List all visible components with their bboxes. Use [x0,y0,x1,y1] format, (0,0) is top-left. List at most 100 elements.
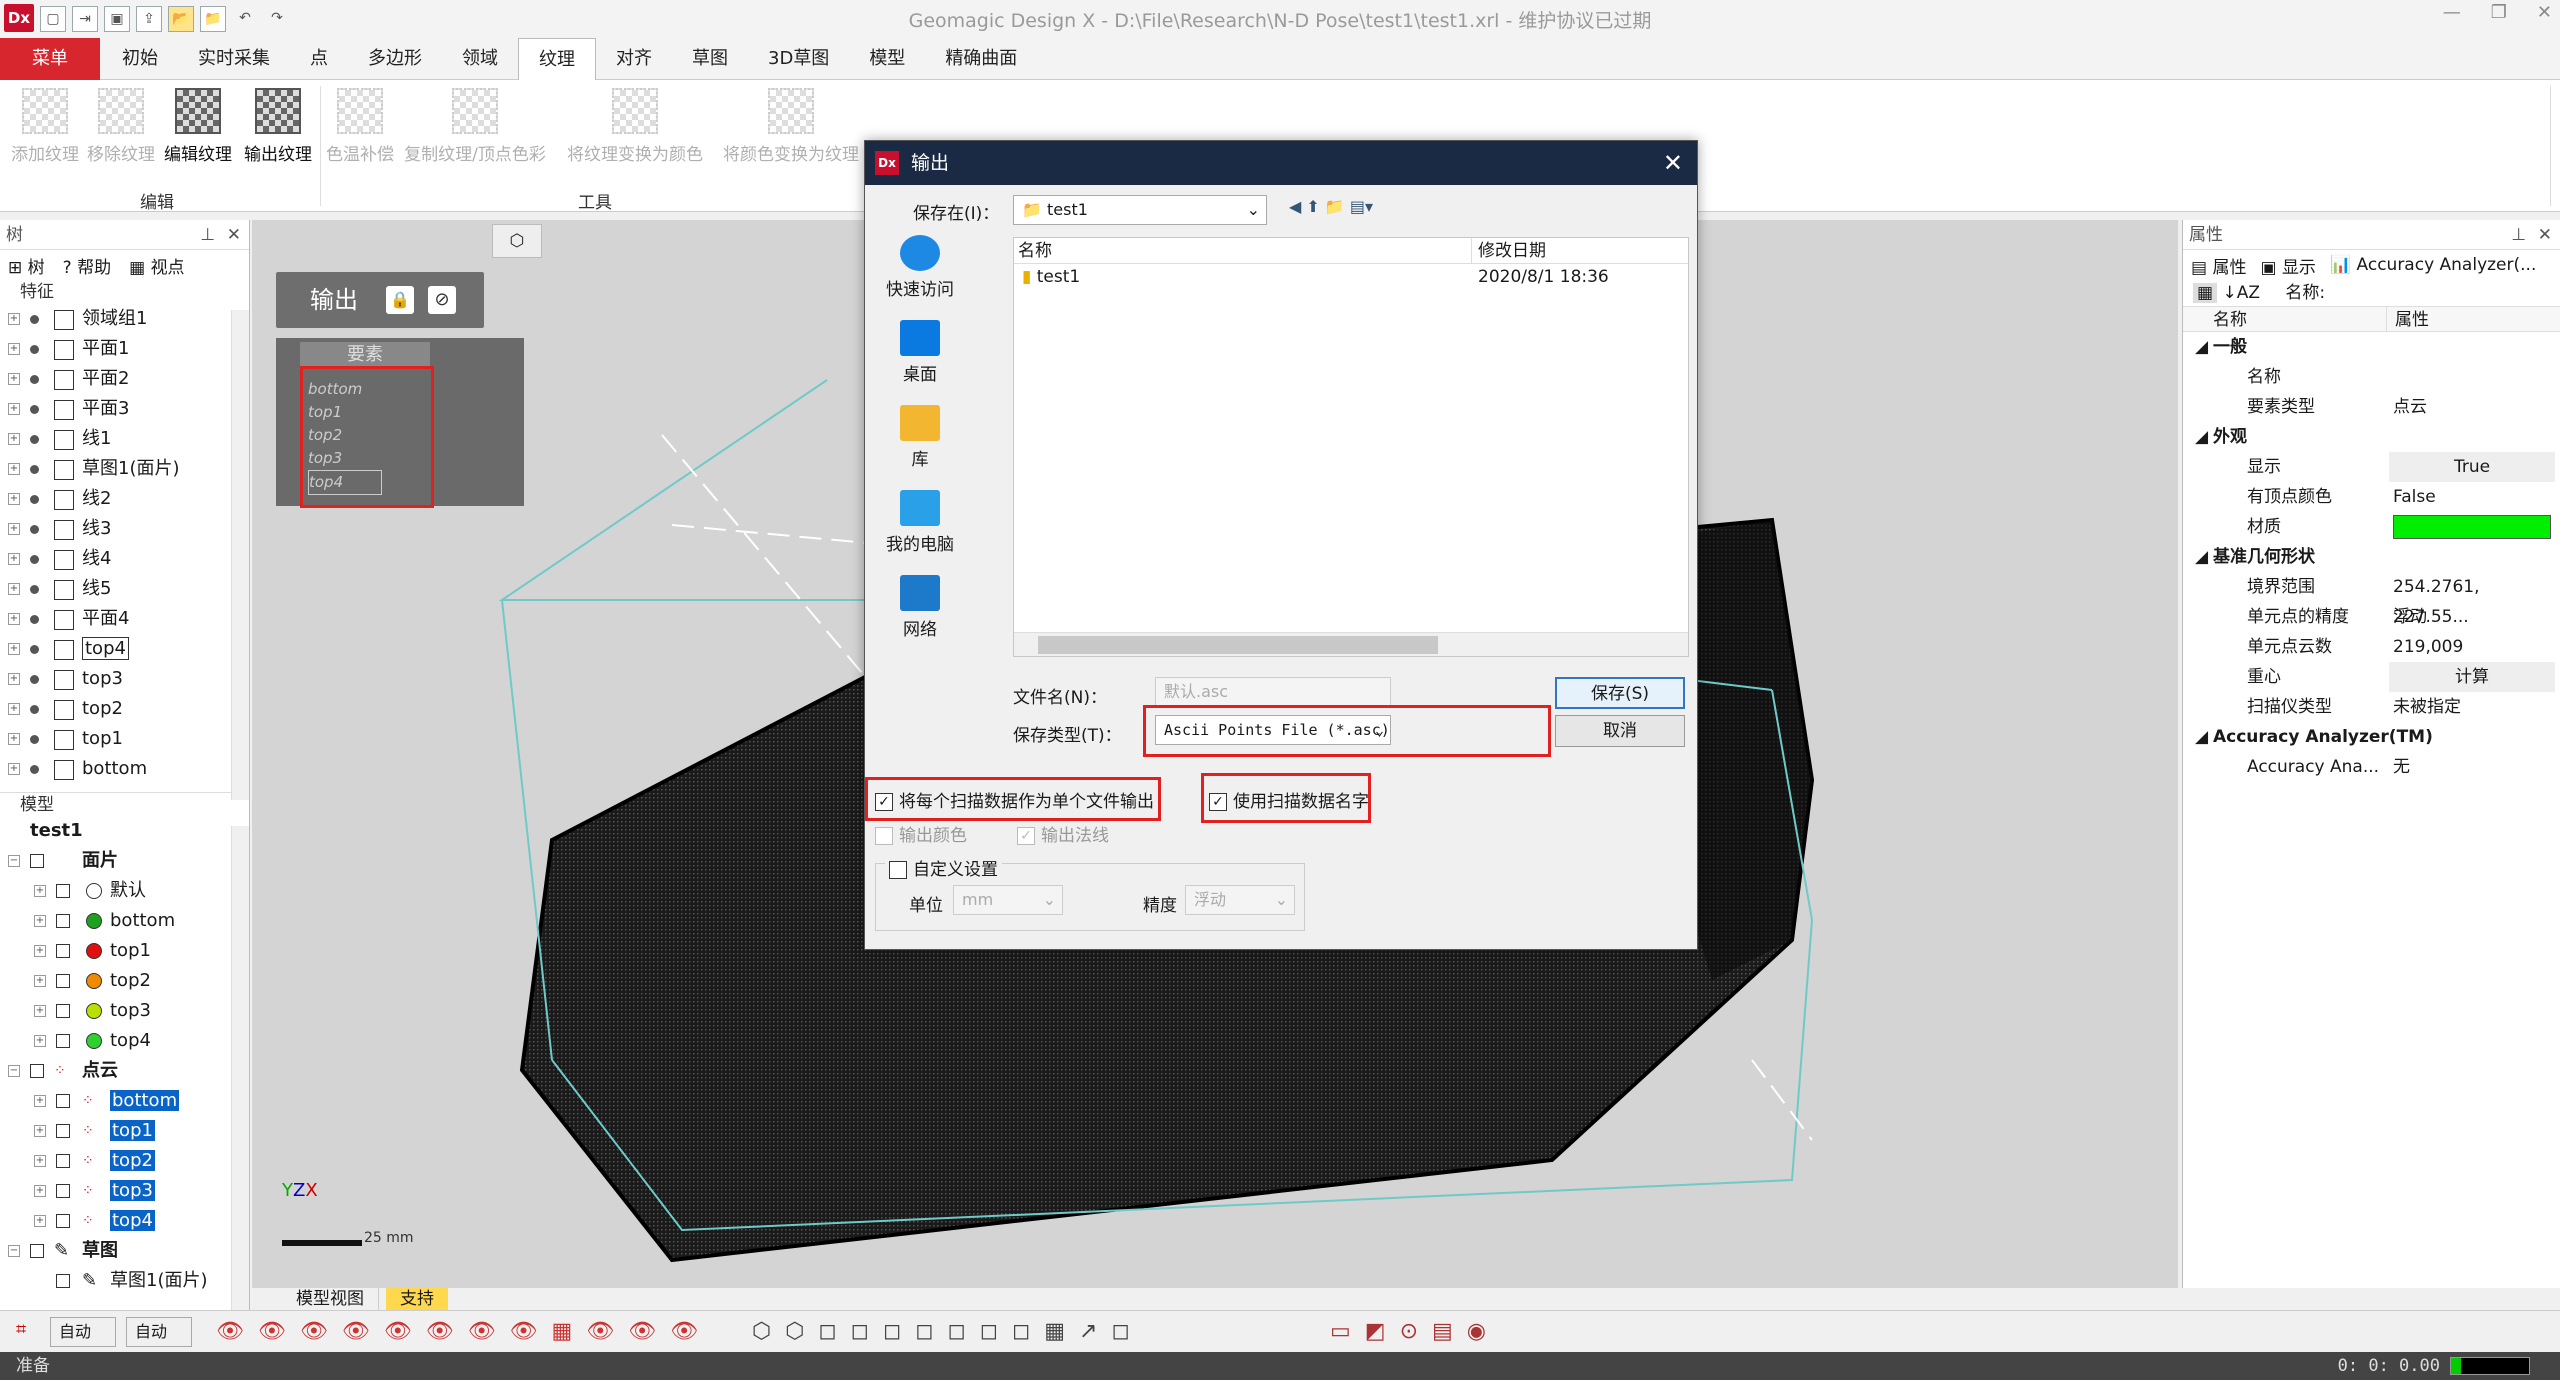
visibility-dot[interactable] [30,315,39,324]
filename-input[interactable]: 默认.asc [1155,677,1391,707]
tab-help[interactable]: ? 帮助 [63,253,111,278]
expand-icon[interactable]: + [8,463,20,475]
expand-icon[interactable]: + [8,673,20,685]
tab-properties[interactable]: ▤ 属性 [2191,253,2246,278]
mesh-item[interactable]: + bottom [0,906,249,936]
custom-settings-option[interactable]: 自定义设置 [885,855,1002,880]
visibility-dot[interactable] [30,465,39,474]
save-button[interactable]: 保存(S) [1555,677,1685,709]
expand-icon[interactable]: + [34,1155,46,1167]
property-value[interactable]: 点云 [2393,392,2427,422]
measure-icons[interactable]: ▭◩⊙▤◉ [1330,1319,1500,1344]
column-name[interactable]: 名称 [1014,238,1472,263]
view-orientation-icons[interactable]: ⬡⬡◻◻◻◻◻◻◻▦↗◻ [752,1319,1144,1344]
pin-icon[interactable]: ⊥ [2511,220,2526,250]
eye-icon[interactable] [56,1094,70,1108]
auto-dropdown-2[interactable]: 自动 [126,1317,192,1347]
property-group[interactable]: ◢ 一般 [2183,332,2560,362]
categorized-icon[interactable]: ▦ [2193,283,2218,303]
cancel-icon[interactable]: ⊘ [428,286,456,314]
eye-icon[interactable] [56,1124,70,1138]
checkbox-icon[interactable] [30,854,44,868]
expand-icon[interactable]: + [34,885,46,897]
property-row[interactable]: 名称 [2183,362,2560,392]
feature-item[interactable]: + 草图1(面片) [0,454,249,484]
feature-item[interactable]: + top2 [0,694,249,724]
property-value[interactable] [2393,515,2551,539]
nav-icons[interactable]: ◀ ⬆ 📁 ▤▾ [1289,197,1373,216]
property-value[interactable]: 219,009 [2393,632,2463,662]
close-panel-icon[interactable]: ✕ [2538,220,2552,250]
model-scrollbar[interactable] [231,826,249,1310]
property-row[interactable]: 材质 [2183,512,2560,542]
eye-icon[interactable] [56,884,70,898]
mesh-item[interactable]: + 默认 [0,876,249,906]
place-4[interactable]: 网络 [875,575,965,640]
property-row[interactable]: 境界范围 254.2761, 227.55... [2183,572,2560,627]
property-row[interactable]: Accuracy Ana... 无 [2183,752,2560,782]
visibility-dot[interactable] [30,375,39,384]
visibility-dot[interactable] [30,435,39,444]
tab-viewpoint[interactable]: ▦ 视点 [129,253,184,278]
eye-icon[interactable] [56,1214,70,1228]
collapse-icon[interactable]: − [8,1245,20,1257]
place-1[interactable]: 桌面 [875,320,965,385]
expand-icon[interactable]: + [8,493,20,505]
sort-az-icon[interactable]: ↓AZ [2222,283,2260,303]
feature-item[interactable]: + 平面3 [0,394,249,424]
selection-icon[interactable]: ⌗ [16,1319,26,1340]
place-0[interactable]: 快速访问 [875,235,965,300]
feature-item[interactable]: + 线1 [0,424,249,454]
mesh-item[interactable]: + top3 [0,996,249,1026]
eye-icon[interactable] [56,1004,70,1018]
feature-item[interactable]: + 线2 [0,484,249,514]
ribbon-button-7[interactable]: 将颜色变换为纹理 [716,88,866,165]
expand-icon[interactable]: + [34,1005,46,1017]
tab-accuracy-analyzer[interactable]: 📊 Accuracy Analyzer(... [2330,255,2536,275]
cancel-button[interactable]: 取消 [1555,715,1685,747]
expand-icon[interactable]: + [34,1215,46,1227]
auto-dropdown-1[interactable]: 自动 [50,1317,116,1347]
pointcloud-item[interactable]: + ⁘ top2 [0,1146,249,1176]
feature-item[interactable]: + 线3 [0,514,249,544]
tab-support[interactable]: 支持 [386,1288,448,1310]
feature-item[interactable]: + 平面4 [0,604,249,634]
expand-icon[interactable]: + [8,403,20,415]
expand-icon[interactable]: + [34,1035,46,1047]
minimize-icon[interactable]: — [2443,2,2461,23]
file-row[interactable]: ▮ test1 2020/8/1 18:36 [1014,264,1688,290]
display-mode-icons[interactable]: 👁👁👁👁👁👁👁👁▦👁👁👁 [216,1319,712,1344]
expand-icon[interactable]: + [34,915,46,927]
expand-icon[interactable]: + [8,433,20,445]
checkbox-icon[interactable] [30,1244,44,1258]
expand-icon[interactable]: + [8,703,20,715]
model-root[interactable]: test1 [0,816,249,846]
dialog-close-icon[interactable]: ✕ [1663,141,1683,185]
ribbon-button-5[interactable]: 复制纹理/顶点色彩 [400,88,550,165]
pin-icon[interactable]: ⊥ [200,220,215,250]
expand-icon[interactable]: + [8,583,20,595]
tab-8[interactable]: 3D草图 [748,38,849,80]
pointcloud-item[interactable]: + ⁘ top1 [0,1116,249,1146]
mesh-group[interactable]: − 面片 [0,846,249,876]
eye-icon[interactable] [56,944,70,958]
property-row[interactable]: 重心 计算 [2183,662,2560,692]
place-2[interactable]: 库 [875,405,965,470]
expand-icon[interactable]: + [34,975,46,987]
expand-icon[interactable]: + [8,643,20,655]
feature-item[interactable]: + 平面2 [0,364,249,394]
property-row[interactable]: 单元点的精度 浮动 [2183,602,2560,632]
tab-3[interactable]: 多边形 [348,38,442,80]
visibility-dot[interactable] [30,735,39,744]
property-group[interactable]: ◢ Accuracy Analyzer(TM) [2183,722,2560,752]
visibility-dot[interactable] [30,405,39,414]
expand-icon[interactable]: + [8,763,20,775]
sketch-item[interactable]: ✎ 草图1(面片) [0,1266,249,1296]
visibility-dot[interactable] [30,345,39,354]
ribbon-button-2[interactable]: 编辑纹理 [160,88,236,165]
property-value[interactable]: False [2393,482,2436,512]
tab-tree[interactable]: ⊞ 树 [8,253,45,278]
feature-item[interactable]: + top3 [0,664,249,694]
visibility-dot[interactable] [30,645,39,654]
visibility-dot[interactable] [30,555,39,564]
